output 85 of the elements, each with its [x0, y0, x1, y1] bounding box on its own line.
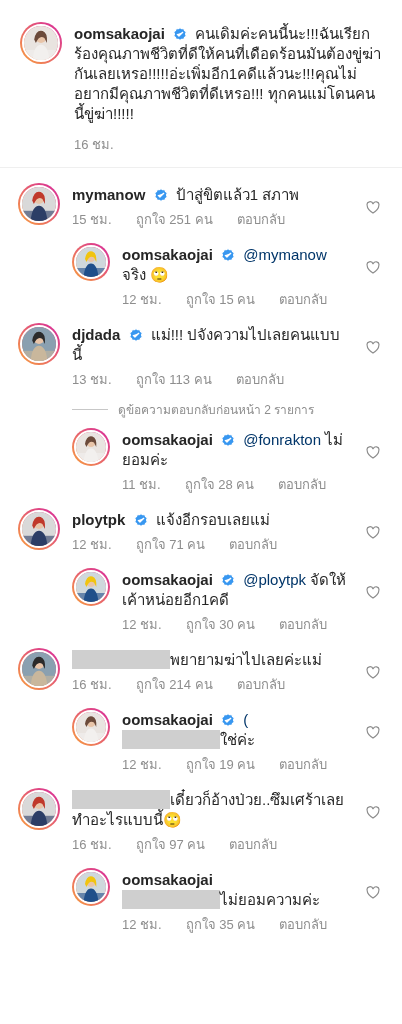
reply-button[interactable]: ตอบกลับ	[229, 834, 278, 855]
avatar[interactable]	[18, 788, 60, 830]
heart-icon[interactable]	[366, 201, 380, 214]
comment-text: พยายามฆ่าไปเลยค่ะแม่	[72, 648, 350, 670]
comment-time: 15 ชม.	[72, 211, 112, 229]
comment-text: ploytpk แจ้งอีกรอบเลยแม่	[72, 510, 271, 530]
username[interactable]: oomsakaojai	[122, 246, 213, 263]
username[interactable]: oomsakaojai	[122, 571, 213, 588]
mention-link[interactable]: (	[243, 711, 249, 728]
verified-icon	[153, 188, 168, 202]
username[interactable]: oomsakaojai	[122, 431, 213, 448]
comment-time: 12 ชม.	[72, 536, 112, 554]
avatar[interactable]	[72, 568, 110, 606]
reply-button[interactable]: ตอบกลับ	[235, 369, 284, 390]
avatar[interactable]	[18, 508, 60, 550]
comment-text: mymanow ป้าสู่ขิตแล้ว1 สภาพ	[72, 185, 301, 205]
reply-button[interactable]: ตอบกลับ	[279, 914, 328, 935]
likes-button[interactable]: ถูกใจ 113 คน	[135, 369, 212, 390]
avatar[interactable]	[72, 243, 110, 281]
reply-button[interactable]: ตอบกลับ	[279, 614, 328, 635]
verified-icon	[221, 248, 236, 262]
username[interactable]: oomsakaojai	[74, 25, 165, 42]
verified-icon	[173, 27, 188, 41]
avatar[interactable]	[72, 428, 110, 466]
reply-button[interactable]: ตอบกลับ	[236, 674, 285, 695]
likes-button[interactable]: ถูกใจ 15 คน	[185, 289, 256, 310]
reply-button[interactable]: ตอบกลับ	[229, 534, 278, 555]
comment-text: oomsakaojai @ploytpk จัดให้เค้าหน่อยอีก1คดี	[122, 570, 348, 610]
verified-icon	[221, 573, 236, 587]
comment-text: oomsakaojai @mymanow จริง 🙄	[122, 245, 328, 285]
mention-link[interactable]: @fonrakton	[243, 431, 321, 448]
heart-icon[interactable]	[366, 806, 380, 819]
heart-icon[interactable]	[366, 341, 380, 354]
heart-icon[interactable]	[366, 586, 380, 599]
view-replies-button[interactable]: ดูข้อความตอบกลับก่อนหน้า 2 รายการ	[118, 400, 315, 419]
username[interactable]: oomsakaojai	[122, 711, 213, 728]
verified-icon	[221, 713, 236, 727]
heart-icon[interactable]	[366, 446, 380, 459]
comment-text: oomsakaojai @fonrakton ไม่ยอมค่ะ	[122, 430, 345, 470]
comment-time: 12 ชม.	[122, 756, 162, 774]
avatar[interactable]	[18, 323, 60, 365]
comment-text: djdada แม่!!! ปจังความไปเลยคนแบบนี้	[72, 325, 342, 365]
username[interactable]: mymanow	[72, 186, 146, 203]
reply-button[interactable]: ตอบกลับ	[278, 474, 327, 495]
verified-icon	[221, 433, 236, 447]
comment-time: 12 ชม.	[122, 916, 162, 934]
likes-button[interactable]: ถูกใจ 35 คน	[185, 914, 256, 935]
avatar[interactable]	[18, 648, 60, 690]
comment-time: 16 ชม.	[72, 676, 112, 694]
comment-time: 12 ชม.	[122, 291, 162, 309]
username[interactable]: ploytpk	[72, 511, 126, 528]
verified-icon	[133, 513, 148, 527]
verified-icon	[128, 328, 143, 342]
username[interactable]: oomsakaojai	[122, 871, 213, 888]
likes-button[interactable]: ถูกใจ 214 คน	[135, 674, 213, 695]
heart-icon[interactable]	[366, 726, 380, 739]
comment-text: oomsakaojai ไม่ยอมความค่ะ	[122, 870, 321, 910]
comment-text: เดี๋ยวก็อ้างป่วย..ซึมเศร้าเลยทำอะไรแบบนี้🙄	[72, 788, 346, 830]
avatar[interactable]	[72, 868, 110, 906]
comment-time: 11 ชม.	[122, 476, 161, 494]
likes-button[interactable]: ถูกใจ 30 คน	[185, 614, 256, 635]
likes-button[interactable]: ถูกใจ 71 คน	[135, 534, 206, 555]
likes-button[interactable]: ถูกใจ 19 คน	[185, 754, 256, 775]
heart-icon[interactable]	[366, 261, 380, 274]
heart-icon[interactable]	[366, 666, 380, 679]
likes-button[interactable]: ถูกใจ 97 คน	[135, 834, 206, 855]
comment-text: oomsakaojai ( ใช่ค่ะ	[122, 710, 256, 750]
comment-time: 16 ชม.	[72, 836, 112, 854]
comment-time: 13 ชม.	[72, 371, 112, 389]
username[interactable]: djdada	[72, 326, 121, 343]
mention-link[interactable]: @mymanow	[243, 246, 327, 263]
avatar[interactable]	[72, 708, 110, 746]
heart-icon[interactable]	[366, 886, 380, 899]
reply-button[interactable]: ตอบกลับ	[236, 209, 285, 230]
reply-button[interactable]: ตอบกลับ	[279, 754, 328, 775]
avatar[interactable]	[20, 22, 62, 64]
mention-link[interactable]: @ploytpk	[243, 571, 306, 588]
comment-time: 12 ชม.	[122, 616, 162, 634]
likes-button[interactable]: ถูกใจ 28 คน	[184, 474, 255, 495]
heart-icon[interactable]	[366, 526, 380, 539]
likes-button[interactable]: ถูกใจ 251 คน	[135, 209, 213, 230]
comment-time: 16 ชม.	[74, 136, 114, 154]
comment-text: oomsakaojai คนเดิมค่ะคนนี้นะ!!!ฉันเรียกร้องคุณภาพชีวิตที่ดีให้คนที่เดือดร้อนมันต้องขู่ฆ่ากันเลยเหรอ!!!!!อ่ะเพิ่มอีก1คดีแล้วนะ!!!คุณไม่อยากมีคุณภาพชีวิตที่ดีเหรอ!!! ทุกคนแม่โดนคนนี้ขู่ฆ่า!!!!!	[74, 22, 382, 124]
reply-button[interactable]: ตอบกลับ	[279, 289, 328, 310]
avatar[interactable]	[18, 183, 60, 225]
